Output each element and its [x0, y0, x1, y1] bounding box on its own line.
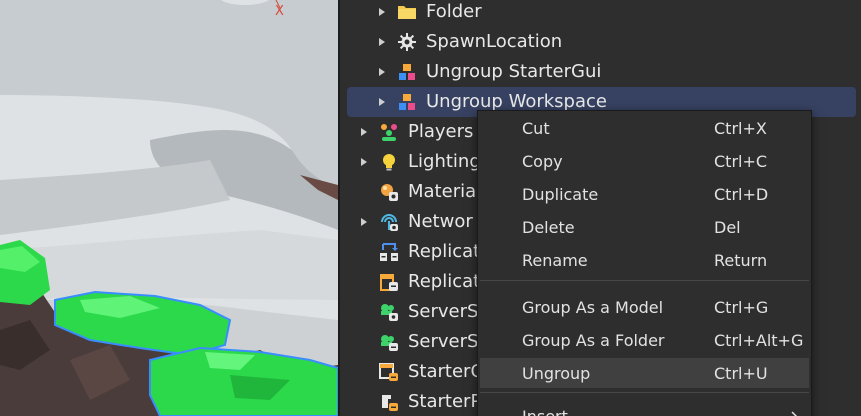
expand-arrow-icon[interactable]: [359, 127, 369, 137]
menu-item-label: Rename: [522, 251, 588, 270]
tree-item-label: Material: [408, 181, 482, 202]
tree-item-label: StarterG: [408, 361, 485, 382]
server-script-service-icon: [379, 302, 399, 322]
spawn-location-icon: [397, 32, 417, 52]
menu-item-label: Ungroup: [522, 364, 591, 383]
blocks-icon: [397, 92, 417, 112]
menu-item-copy[interactable]: Copy Ctrl+C: [480, 146, 809, 176]
tree-item-label: Replicat: [408, 241, 481, 262]
menu-item-label: Group As a Folder: [522, 331, 665, 350]
menu-separator: [480, 280, 809, 281]
tree-item-label: Ungroup Workspace: [426, 91, 607, 112]
menu-item-shortcut: Ctrl+C: [714, 152, 768, 171]
menu-item-shortcut: Del: [714, 218, 741, 237]
menu-item-ungroup[interactable]: Ungroup Ctrl+U: [480, 358, 809, 388]
blocks-icon: [397, 62, 417, 82]
menu-item-cut[interactable]: Cut Ctrl+X: [480, 113, 809, 143]
menu-item-label: Group As a Model: [522, 298, 664, 317]
tree-item-label: ServerS: [408, 331, 479, 352]
menu-item-shortcut: Ctrl+X: [714, 119, 767, 138]
folder-icon: [397, 2, 417, 22]
tree-item-folder[interactable]: Folder: [340, 0, 861, 27]
network-icon: [379, 212, 399, 232]
players-icon: [379, 122, 399, 142]
menu-item-group-as-folder[interactable]: Group As a Folder Ctrl+Alt+G: [480, 325, 809, 355]
tree-item-label: Networ: [408, 211, 473, 232]
expand-arrow-icon[interactable]: [377, 37, 387, 47]
viewport-3d[interactable]: X: [0, 0, 338, 416]
tree-item-spawnlocation[interactable]: SpawnLocation: [340, 27, 861, 57]
menu-item-label: Delete: [522, 218, 575, 237]
expand-arrow-icon[interactable]: [377, 67, 387, 77]
menu-item-shortcut: Ctrl+G: [714, 298, 769, 317]
expand-arrow-icon[interactable]: [359, 217, 369, 227]
menu-item-shortcut: Return: [714, 251, 768, 270]
starter-gui-icon: [379, 362, 399, 382]
replicated-storage-icon: [379, 272, 399, 292]
menu-item-label: Cut: [522, 119, 550, 138]
menu-item-label: Insert: [522, 407, 568, 416]
tree-item-label: Players: [408, 121, 474, 142]
tree-item-label: Folder: [426, 1, 482, 22]
menu-item-rename[interactable]: Rename Return: [480, 245, 809, 275]
menu-item-label: Copy: [522, 152, 563, 171]
server-storage-icon: [379, 332, 399, 352]
menu-item-group-as-model[interactable]: Group As a Model Ctrl+G: [480, 292, 809, 322]
starter-pack-icon: [379, 392, 399, 412]
material-service-icon: [379, 182, 399, 202]
menu-item-insert[interactable]: Insert: [480, 401, 809, 416]
tree-item-label: StarterP: [408, 391, 482, 412]
terrain-scene: [0, 0, 338, 416]
lightbulb-icon: [379, 152, 399, 172]
tree-item-label: Ungroup StarterGui: [426, 61, 602, 82]
tree-item-label: Lighting: [408, 151, 481, 172]
menu-item-delete[interactable]: Delete Del: [480, 212, 809, 242]
tree-item-label: ServerS: [408, 301, 479, 322]
submenu-arrow-icon: [790, 409, 800, 416]
tree-item-label: SpawnLocation: [426, 31, 563, 52]
replicated-first-icon: [379, 242, 399, 262]
expand-arrow-icon[interactable]: [377, 97, 387, 107]
context-menu: Cut Ctrl+X Copy Ctrl+C Duplicate Ctrl+D …: [477, 110, 812, 416]
expand-arrow-icon[interactable]: [359, 157, 369, 167]
menu-separator: [480, 392, 809, 393]
expand-arrow-icon[interactable]: [377, 7, 387, 17]
axis-x-label: X: [275, 4, 284, 19]
menu-item-shortcut: Ctrl+U: [714, 364, 768, 383]
tree-item-ungroup-startergui[interactable]: Ungroup StarterGui: [340, 57, 861, 87]
menu-item-label: Duplicate: [522, 185, 599, 204]
tree-item-label: Replicat: [408, 271, 481, 292]
menu-item-shortcut: Ctrl+Alt+G: [714, 331, 804, 350]
menu-item-shortcut: Ctrl+D: [714, 185, 769, 204]
menu-item-duplicate[interactable]: Duplicate Ctrl+D: [480, 179, 809, 209]
